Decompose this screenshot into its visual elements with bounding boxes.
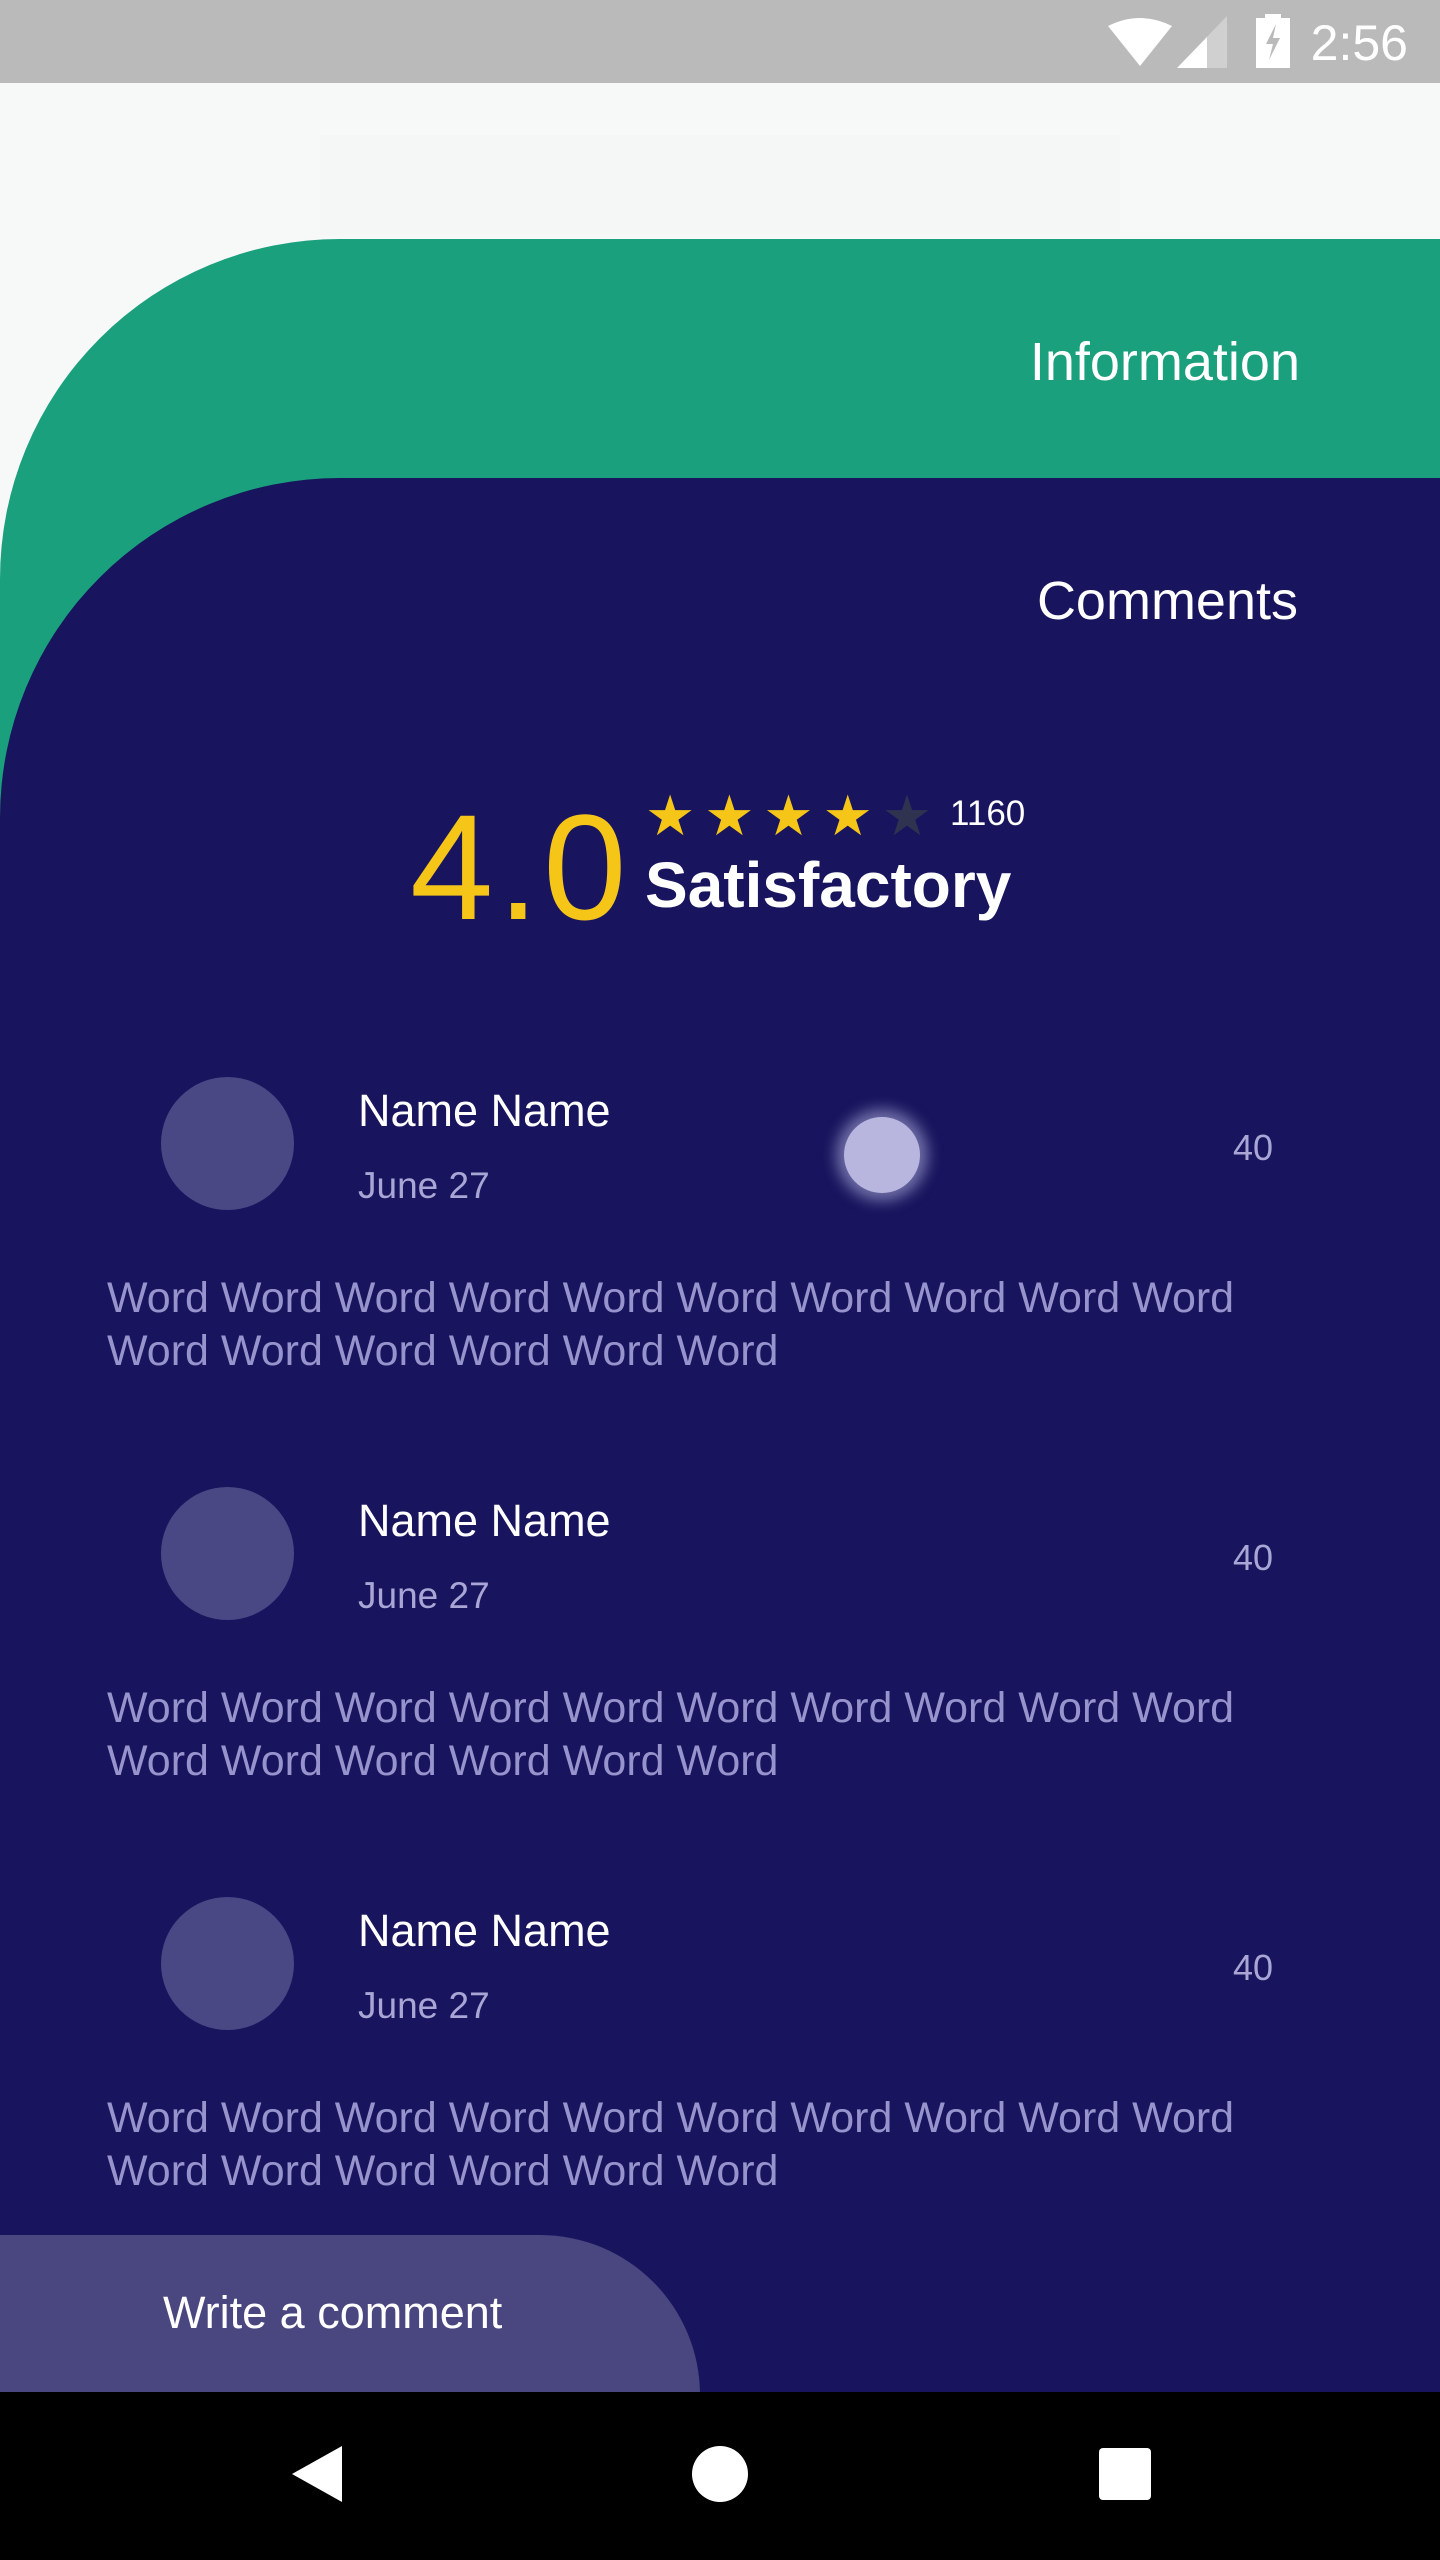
rating-verdict: Satisfactory — [645, 849, 1012, 921]
star-icon: ★ — [822, 784, 873, 847]
comment-date: June 27 — [358, 1575, 490, 1616]
write-comment-button[interactable]: Write a comment — [0, 2235, 700, 2395]
avatar — [161, 1487, 294, 1620]
clock: 2:56 — [1310, 15, 1408, 71]
comment-author: Name Name — [358, 1495, 611, 1546]
star-icon: ★ — [704, 784, 755, 847]
comment-text: Word Word Word Word Word Word Word Word … — [107, 1684, 1235, 1785]
wifi-icon — [1108, 18, 1172, 66]
comment-text: Word Word Word Word Word Word Word Word … — [107, 2094, 1235, 2195]
status-bar: 2:56 — [0, 0, 1440, 83]
comment-likes: 40 — [1233, 1537, 1274, 1578]
signal-icon — [1177, 16, 1227, 68]
tab-information[interactable]: Information — [1030, 331, 1300, 393]
comment-item: Name Name June 27 40 Word Word Word Word… — [0, 1077, 1440, 1407]
star-icon: ★ — [763, 784, 814, 847]
write-comment-label: Write a comment — [163, 2287, 503, 2338]
comment-date: June 27 — [358, 1165, 490, 1206]
comment-likes: 40 — [1233, 1947, 1274, 1988]
rating-stars: ★ ★ ★ ★ ★ — [645, 788, 932, 844]
navigation-bar — [0, 2392, 1440, 2560]
comments-panel: Comments 4.0 ★ ★ ★ ★ ★ 1160 Satisfactory… — [0, 478, 1440, 2478]
rating-count: 1160 — [950, 794, 1026, 833]
back-icon[interactable] — [290, 2444, 344, 2504]
comment-date: June 27 — [358, 1985, 490, 2026]
avatar — [161, 1077, 294, 1210]
star-icon: ★ — [645, 784, 696, 847]
comment-author: Name Name — [358, 1085, 611, 1136]
comment-text: Word Word Word Word Word Word Word Word … — [107, 1274, 1235, 1375]
comment-likes: 40 — [1233, 1127, 1274, 1168]
recents-icon[interactable] — [1098, 2447, 1152, 2501]
home-icon[interactable] — [691, 2445, 749, 2503]
header-placeholder — [320, 135, 1120, 235]
tab-comments[interactable]: Comments — [1037, 570, 1298, 632]
star-empty-icon: ★ — [881, 784, 933, 847]
comment-item: Name Name June 27 40 Word Word Word Word… — [0, 1487, 1440, 1817]
comment-item: Name Name June 27 40 Word Word Word Word… — [0, 1897, 1440, 2227]
touch-indicator — [844, 1117, 920, 1193]
rating-score: 4.0 — [410, 783, 631, 951]
avatar — [161, 1897, 294, 2030]
comment-author: Name Name — [358, 1905, 611, 1956]
battery-charging-icon — [1256, 14, 1290, 68]
